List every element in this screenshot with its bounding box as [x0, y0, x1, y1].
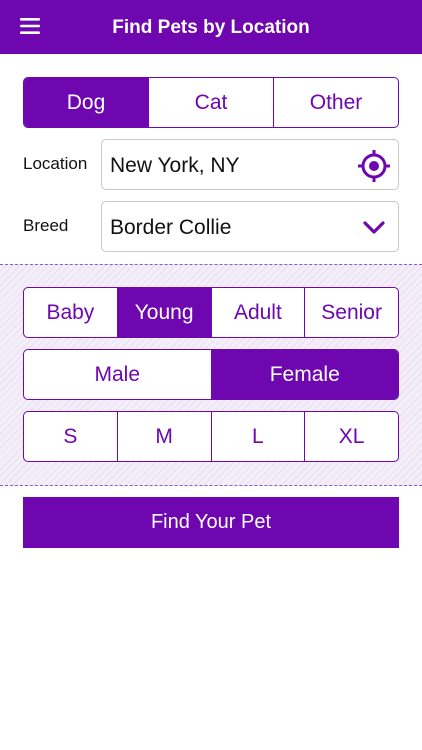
breed-dropdown-toggle[interactable] — [360, 202, 388, 253]
breed-label: Breed — [23, 216, 69, 235]
size-option-xl[interactable]: XL — [304, 412, 398, 461]
animal-type-cat[interactable]: Cat — [148, 78, 273, 127]
breed-select[interactable]: Border Collie — [101, 201, 399, 252]
animal-type-other[interactable]: Other — [273, 78, 398, 127]
gender-option-female[interactable]: Female — [210, 350, 398, 399]
age-option-adult[interactable]: Adult — [210, 288, 305, 337]
size-option-l[interactable]: L — [210, 412, 305, 461]
animal-type-selector: Dog Cat Other — [23, 77, 399, 128]
age-option-young[interactable]: Young — [116, 288, 211, 337]
chevron-down-icon — [363, 220, 385, 234]
location-value: New York, NY — [110, 154, 240, 177]
age-option-baby[interactable]: Baby — [24, 288, 117, 337]
navigation-bar: Find Pets by Location — [0, 0, 422, 54]
animal-type-dog[interactable]: Dog — [24, 78, 148, 127]
hamburger-menu-icon — [20, 18, 40, 34]
page-title: Find Pets by Location — [112, 17, 310, 38]
menu-button[interactable] — [10, 8, 50, 46]
gender-selector: Male Female — [23, 349, 399, 400]
find-your-pet-button[interactable]: Find Your Pet — [23, 497, 399, 548]
gender-option-male[interactable]: Male — [24, 350, 211, 399]
size-option-s[interactable]: S — [24, 412, 117, 461]
locate-button[interactable] — [356, 140, 392, 191]
location-field[interactable]: New York, NY — [101, 139, 399, 190]
age-option-senior[interactable]: Senior — [304, 288, 398, 337]
location-label: Location — [23, 154, 88, 173]
size-selector: S M L XL — [23, 411, 399, 462]
age-selector: Baby Young Adult Senior — [23, 287, 399, 338]
breed-value: Border Collie — [110, 216, 232, 239]
size-option-m[interactable]: M — [116, 412, 211, 461]
locate-crosshair-icon — [358, 149, 390, 182]
